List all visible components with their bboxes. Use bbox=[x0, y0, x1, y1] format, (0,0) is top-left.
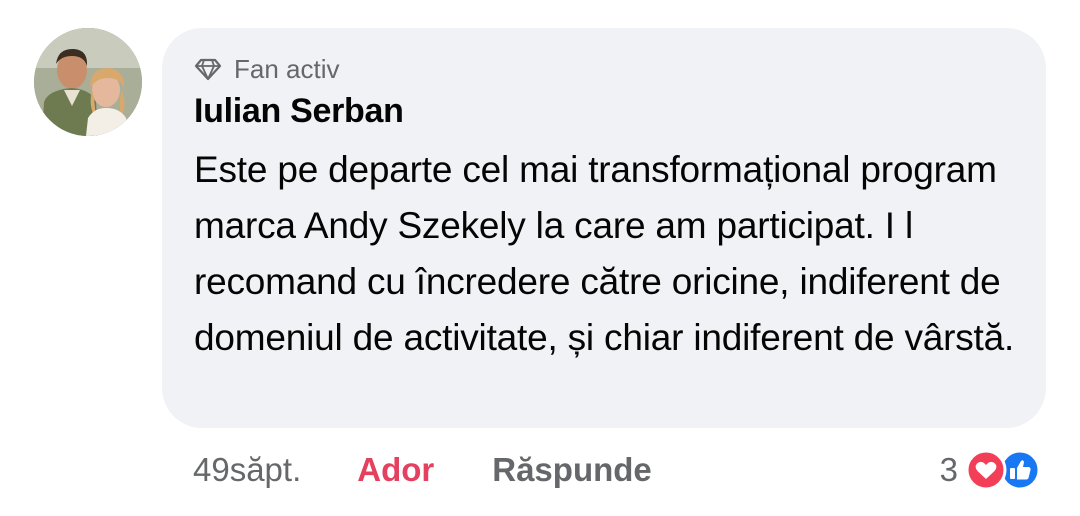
comment-timestamp[interactable]: 49săpt. bbox=[193, 451, 301, 489]
reaction-count: 3 bbox=[939, 451, 958, 488]
reply-button[interactable]: Răspunde bbox=[492, 451, 652, 489]
diamond-icon bbox=[194, 58, 222, 81]
reactions-summary[interactable]: 3 bbox=[940, 446, 1048, 494]
comment-text: Este pe departe cel mai transformațional… bbox=[194, 149, 1015, 358]
comment-container: Fan activ Iulian Serban Este pe departe … bbox=[0, 0, 1080, 516]
comment-bubble: Fan activ Iulian Serban Este pe departe … bbox=[162, 28, 1046, 428]
avatar-photo bbox=[34, 28, 142, 136]
comment-actions: 49săpt. Ador Răspunde bbox=[193, 448, 652, 492]
love-icon bbox=[965, 450, 1007, 490]
avatar[interactable] bbox=[34, 28, 142, 136]
top-fan-badge[interactable]: Fan activ bbox=[194, 52, 340, 86]
reaction-icons bbox=[964, 448, 1048, 492]
comment-author[interactable]: Iulian Serban bbox=[194, 92, 404, 131]
badge-label: Fan activ bbox=[234, 53, 340, 84]
like-button[interactable]: Ador bbox=[357, 451, 434, 489]
